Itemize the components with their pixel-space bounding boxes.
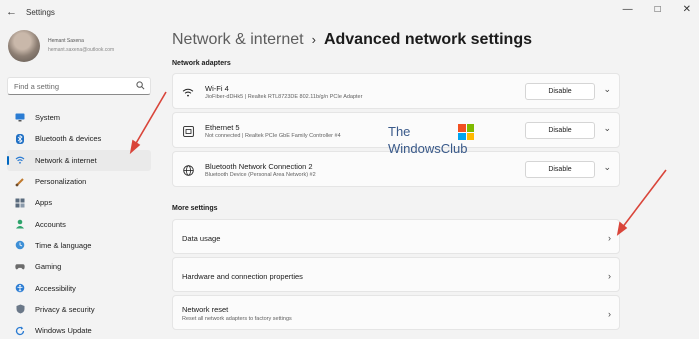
sidebar-item-personalization[interactable]: Personalization [7, 171, 151, 192]
sidebar-item-label: Privacy & security [35, 304, 95, 314]
sidebar-item-label: Accessibility [35, 283, 76, 293]
profile-name: Hemant Saxena [48, 38, 84, 44]
sidebar-item-label: Apps [35, 198, 53, 208]
sidebar-item-label: Time & language [35, 240, 92, 250]
title-bar: ← Settings — □ ✕ [0, 0, 699, 26]
adapter-detail: JioFiber-dDHk5 | Realtek RTL8723DE 802.1… [205, 94, 363, 100]
minimize-button[interactable]: — [623, 4, 633, 15]
disable-button[interactable]: Disable [525, 83, 595, 100]
sidebar-item-label: Accounts [35, 219, 66, 229]
setting-detail: Reset all network adapters to factory se… [182, 316, 292, 322]
person-icon [15, 219, 25, 229]
sidebar-item-label: Gaming [35, 262, 62, 272]
more-settings-heading: More settings [172, 205, 218, 212]
chevron-right-icon: › [608, 271, 611, 281]
maximize-button[interactable]: □ [655, 4, 661, 15]
chevron-down-icon[interactable]: ⌄ [603, 123, 611, 134]
wifi-icon [182, 86, 194, 98]
adapter-detail: Bluetooth Device (Personal Area Network)… [205, 172, 316, 178]
disable-button[interactable]: Disable [525, 161, 595, 178]
search-placeholder: Find a setting [14, 82, 60, 91]
user-profile[interactable]: Hemant Saxena hemant.saxena@outlook.com [8, 30, 158, 66]
windows-logo-icon [458, 124, 474, 140]
adapter-card-wifi[interactable]: Wi-Fi 4 JioFiber-dDHk5 | Realtek RTL8723… [172, 73, 620, 109]
sidebar-item-label: System [35, 113, 61, 123]
adapter-name: Bluetooth Network Connection 2 [205, 162, 313, 171]
adapter-detail: Not connected | Realtek PCIe GbE Family … [205, 133, 341, 139]
close-button[interactable]: ✕ [683, 4, 691, 15]
sidebar-item-bluetooth[interactable]: Bluetooth & devices [7, 128, 151, 149]
disable-button[interactable]: Disable [525, 122, 595, 139]
watermark-text: The [388, 124, 411, 139]
setting-row-hardware[interactable]: Hardware and connection properties › [172, 257, 620, 292]
ethernet-icon [182, 125, 194, 137]
arrow-to-data-usage [616, 169, 667, 236]
sidebar-item-windows-update[interactable]: Windows Update [7, 320, 151, 339]
apps-icon [15, 198, 25, 208]
sidebar-item-time-language[interactable]: Time & language [7, 235, 151, 256]
search-icon [136, 81, 145, 92]
sidebar-item-network[interactable]: Network & internet [7, 149, 151, 171]
sidebar-item-gaming[interactable]: Gaming [7, 256, 151, 277]
sidebar-item-label: Network & internet [35, 155, 97, 165]
gamepad-icon [15, 262, 25, 272]
chevron-right-icon: › [608, 233, 611, 243]
setting-row-data-usage[interactable]: Data usage › [172, 219, 620, 254]
watermark-text: WindowsClub [388, 141, 468, 156]
globe-icon [182, 164, 194, 176]
setting-name: Data usage [182, 234, 221, 243]
sidebar: Hemant Saxena hemant.saxena@outlook.com … [0, 26, 160, 339]
sidebar-item-apps[interactable]: Apps [7, 192, 151, 213]
setting-name: Network reset [182, 305, 229, 314]
adapter-name: Ethernet 5 [205, 123, 240, 132]
setting-row-network-reset[interactable]: Network reset Reset all network adapters… [172, 295, 620, 330]
avatar [8, 30, 40, 62]
sidebar-nav: System Bluetooth & devices Network & int… [7, 107, 151, 339]
adapter-name: Wi-Fi 4 [205, 84, 229, 93]
breadcrumb-separator: › [311, 32, 316, 47]
network-adapters-heading: Network adapters [172, 60, 231, 67]
sidebar-item-label: Bluetooth & devices [35, 134, 102, 144]
page-title: Advanced network settings [323, 31, 532, 48]
sidebar-item-accessibility[interactable]: Accessibility [7, 277, 151, 298]
watermark-logo: The WindowsClub [388, 124, 478, 164]
sidebar-item-system[interactable]: System [7, 107, 151, 128]
brush-icon [15, 177, 25, 187]
shield-icon [15, 304, 25, 314]
sidebar-item-label: Personalization [35, 177, 87, 187]
search-input[interactable]: Find a setting [7, 77, 151, 95]
sidebar-item-accounts[interactable]: Accounts [7, 213, 151, 234]
accessibility-icon [15, 283, 25, 293]
sidebar-item-label: Windows Update [35, 326, 92, 336]
back-arrow-icon[interactable]: ← [6, 6, 17, 18]
sidebar-item-privacy[interactable]: Privacy & security [7, 299, 151, 320]
update-icon [15, 326, 25, 336]
profile-email: hemant.saxena@outlook.com [48, 47, 115, 53]
chevron-down-icon[interactable]: ⌄ [603, 162, 611, 173]
window-controls: — □ ✕ [623, 4, 691, 15]
breadcrumb: Network & internet › Advanced network sett… [172, 31, 532, 49]
wifi-icon [15, 155, 25, 165]
globe-clock-icon [15, 240, 25, 250]
app-title: Settings [26, 8, 55, 17]
breadcrumb-parent[interactable]: Network & internet [172, 31, 304, 48]
chevron-right-icon: › [608, 309, 611, 319]
setting-name: Hardware and connection properties [182, 272, 303, 281]
monitor-icon [15, 113, 25, 123]
chevron-down-icon[interactable]: ⌄ [603, 84, 611, 95]
bluetooth-icon [15, 133, 25, 144]
